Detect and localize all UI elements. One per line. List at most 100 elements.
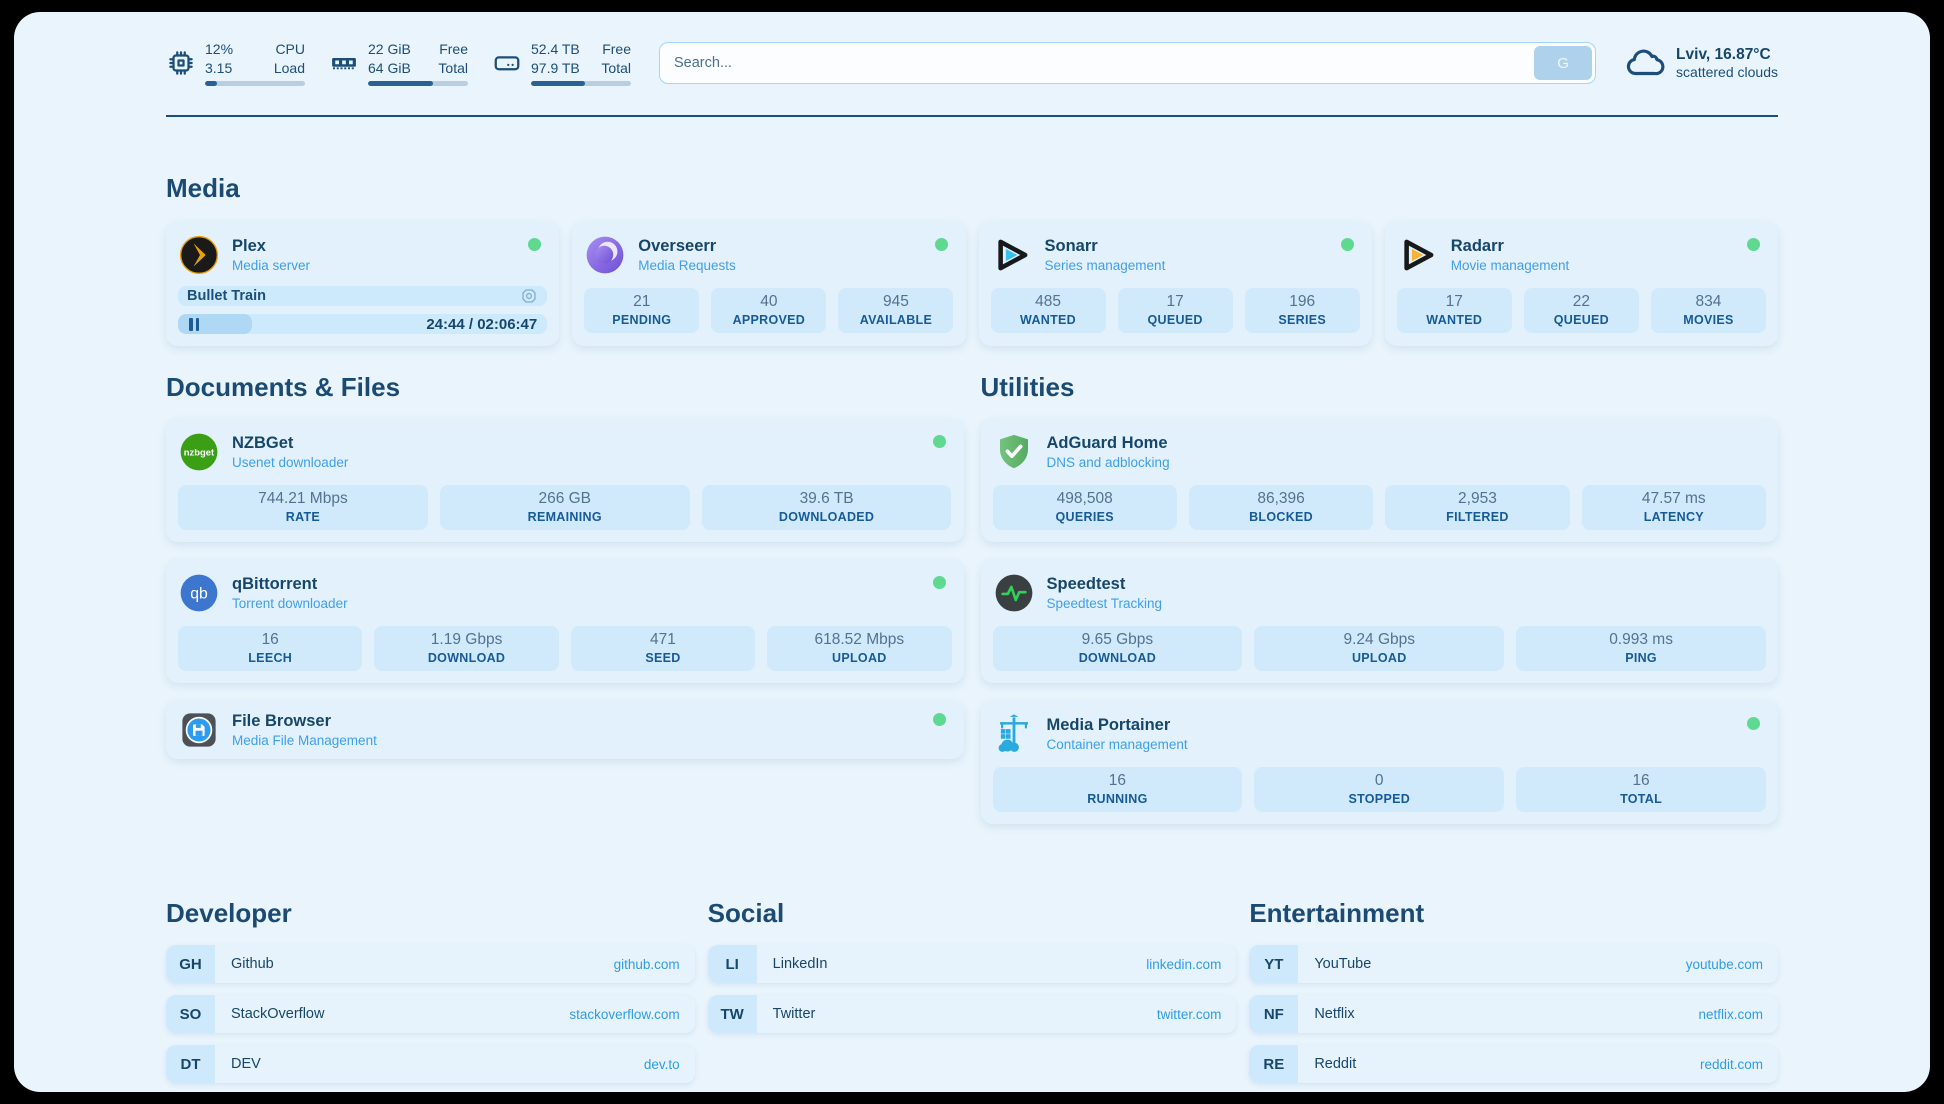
stat-value: 744.21 Mbps bbox=[182, 490, 424, 508]
bookmarks-area: Developer GH Github github.com SO StackO… bbox=[166, 898, 1778, 1092]
status-dot bbox=[1747, 238, 1760, 251]
bookmark-youtube[interactable]: YT YouTube youtube.com bbox=[1249, 945, 1778, 983]
service-card-adguard[interactable]: AdGuard Home DNS and adblocking 498,508 … bbox=[981, 419, 1779, 542]
video-session-icon[interactable] bbox=[520, 287, 538, 305]
service-title: AdGuard Home bbox=[1047, 433, 1767, 454]
stat-label: SERIES bbox=[1249, 313, 1356, 327]
bookmark-url[interactable]: netflix.com bbox=[1698, 1007, 1763, 1022]
service-card-overseerr[interactable]: Overseerr Media Requests 21 PENDING 40 A… bbox=[572, 222, 965, 346]
pause-button[interactable] bbox=[189, 318, 199, 331]
service-subtitle: Media File Management bbox=[232, 732, 921, 750]
svg-text:nzbget: nzbget bbox=[184, 448, 215, 459]
stat-label: APPROVED bbox=[715, 313, 822, 327]
stat-value: 471 bbox=[575, 631, 751, 649]
radarr-icon bbox=[1397, 234, 1439, 276]
stat-box: 22 QUEUED bbox=[1524, 288, 1639, 333]
service-card-filebrowser[interactable]: File Browser Media File Management bbox=[166, 701, 964, 759]
weather-text: Lviv, 16.87°C scattered clouds bbox=[1676, 46, 1778, 80]
stat-label: AVAILABLE bbox=[842, 313, 949, 327]
stat-value: 16 bbox=[997, 772, 1239, 790]
service-stats: 744.21 Mbps RATE 266 GB REMAINING 39.6 T… bbox=[178, 485, 952, 530]
service-card-speedtest[interactable]: Speedtest Speedtest Tracking 9.65 Gbps D… bbox=[981, 560, 1779, 683]
cpu-stat: 12% 3.15 CPU Load bbox=[166, 40, 305, 85]
disk-free: 52.4 TB bbox=[531, 40, 580, 58]
service-card-nzbget[interactable]: nzbget NZBGet Usenet downloader 744.21 M… bbox=[166, 419, 964, 542]
bookmark-url[interactable]: reddit.com bbox=[1700, 1057, 1763, 1072]
stat-box: 1.19 Gbps DOWNLOAD bbox=[374, 626, 558, 671]
overseerr-icon bbox=[584, 234, 626, 276]
speedtest-icon bbox=[993, 572, 1035, 614]
bookmark-url[interactable]: stackoverflow.com bbox=[569, 1007, 679, 1022]
service-subtitle: Media server bbox=[232, 257, 516, 275]
bookmark-url[interactable]: youtube.com bbox=[1686, 957, 1763, 972]
bookmark-stackoverflow[interactable]: SO StackOverflow stackoverflow.com bbox=[166, 995, 695, 1033]
ram-labels: Free Total bbox=[438, 40, 468, 76]
stat-box: 47.57 ms LATENCY bbox=[1582, 485, 1766, 530]
dashboard-page: 12% 3.15 CPU Load bbox=[14, 12, 1930, 1092]
ram-icon bbox=[329, 48, 359, 78]
stat-value: 9.24 Gbps bbox=[1258, 631, 1500, 649]
stat-value: 86,396 bbox=[1193, 490, 1369, 508]
service-subtitle: Series management bbox=[1045, 257, 1329, 275]
service-subtitle: Media Requests bbox=[638, 257, 922, 275]
bookmark-dev[interactable]: DT DEV dev.to bbox=[166, 1045, 695, 1083]
bookmark-url[interactable]: twitter.com bbox=[1157, 1007, 1222, 1022]
ram-values: 22 GiB 64 GiB bbox=[368, 40, 411, 76]
service-card-radarr[interactable]: Radarr Movie management 17 WANTED 22 QUE… bbox=[1385, 222, 1778, 346]
bookmark-url[interactable]: dev.to bbox=[644, 1057, 680, 1072]
service-card-plex[interactable]: Plex Media server Bullet Train 24:44 / 0 bbox=[166, 222, 559, 346]
service-title: Speedtest bbox=[1047, 574, 1767, 595]
stat-value: 47.57 ms bbox=[1586, 490, 1762, 508]
stat-value: 16 bbox=[182, 631, 358, 649]
bookmark-url[interactable]: linkedin.com bbox=[1146, 957, 1221, 972]
stat-value: 834 bbox=[1655, 293, 1762, 311]
stat-label: QUEUED bbox=[1528, 313, 1635, 327]
bookmark-url[interactable]: github.com bbox=[614, 957, 680, 972]
section-title-utilities: Utilities bbox=[981, 372, 1779, 403]
media-card-row: Plex Media server Bullet Train 24:44 / 0 bbox=[166, 222, 1778, 346]
service-title: Sonarr bbox=[1045, 236, 1329, 257]
status-dot bbox=[1341, 238, 1354, 251]
bookmark-abbr: GH bbox=[166, 945, 215, 983]
playback-progress-bar[interactable]: 24:44 / 02:06:47 bbox=[178, 314, 547, 334]
stat-label: DOWNLOAD bbox=[997, 651, 1239, 665]
service-card-qbittorrent[interactable]: qb qBittorrent Torrent downloader 16 LEE… bbox=[166, 560, 964, 683]
stat-value: 9.65 Gbps bbox=[997, 631, 1239, 649]
stat-box: 0.993 ms PING bbox=[1516, 626, 1766, 671]
documents-column: Documents & Files nzbget NZBGet Usenet d… bbox=[166, 372, 964, 842]
search-engine-button[interactable]: G bbox=[1534, 46, 1592, 80]
cloud-icon bbox=[1624, 42, 1666, 84]
stat-box: 266 GB REMAINING bbox=[440, 485, 690, 530]
service-stats: 16 RUNNING 0 STOPPED 16 TOTAL bbox=[993, 767, 1767, 812]
service-card-sonarr[interactable]: Sonarr Series management 485 WANTED 17 Q… bbox=[979, 222, 1372, 346]
bookmark-twitter[interactable]: TW Twitter twitter.com bbox=[708, 995, 1237, 1033]
stat-value: 498,508 bbox=[997, 490, 1173, 508]
stat-label: PENDING bbox=[588, 313, 695, 327]
stat-value: 0 bbox=[1258, 772, 1500, 790]
playback-time: 24:44 / 02:06:47 bbox=[426, 316, 537, 333]
section-title-developer: Developer bbox=[166, 898, 695, 929]
service-subtitle: Movie management bbox=[1451, 257, 1735, 275]
stat-box: 9.24 Gbps UPLOAD bbox=[1254, 626, 1504, 671]
bookmark-linkedin[interactable]: LI LinkedIn linkedin.com bbox=[708, 945, 1237, 983]
stat-value: 196 bbox=[1249, 293, 1356, 311]
bookmark-netflix[interactable]: NF Netflix netflix.com bbox=[1249, 995, 1778, 1033]
stat-value: 22 bbox=[1528, 293, 1635, 311]
stat-label: QUEUED bbox=[1122, 313, 1229, 327]
bookmark-reddit[interactable]: RE Reddit reddit.com bbox=[1249, 1045, 1778, 1083]
bookmark-abbr: SO bbox=[166, 995, 215, 1033]
utilities-column: Utilities AdGuard Home bbox=[981, 372, 1779, 842]
cpu-progress-track bbox=[205, 81, 305, 86]
stat-box: 17 QUEUED bbox=[1118, 288, 1233, 333]
cpu-load: 3.15 bbox=[205, 59, 233, 77]
section-title-media: Media bbox=[166, 173, 1778, 204]
section-title-entertainment: Entertainment bbox=[1249, 898, 1778, 929]
service-stats: 9.65 Gbps DOWNLOAD 9.24 Gbps UPLOAD 0.99… bbox=[993, 626, 1767, 671]
service-card-portainer[interactable]: Media Portainer Container management 16 … bbox=[981, 701, 1779, 824]
bookmark-github[interactable]: GH Github github.com bbox=[166, 945, 695, 983]
stat-value: 1.19 Gbps bbox=[378, 631, 554, 649]
search-input[interactable] bbox=[659, 42, 1596, 84]
service-title: File Browser bbox=[232, 711, 921, 732]
status-dot bbox=[933, 713, 946, 726]
cpu-icon bbox=[166, 48, 196, 78]
